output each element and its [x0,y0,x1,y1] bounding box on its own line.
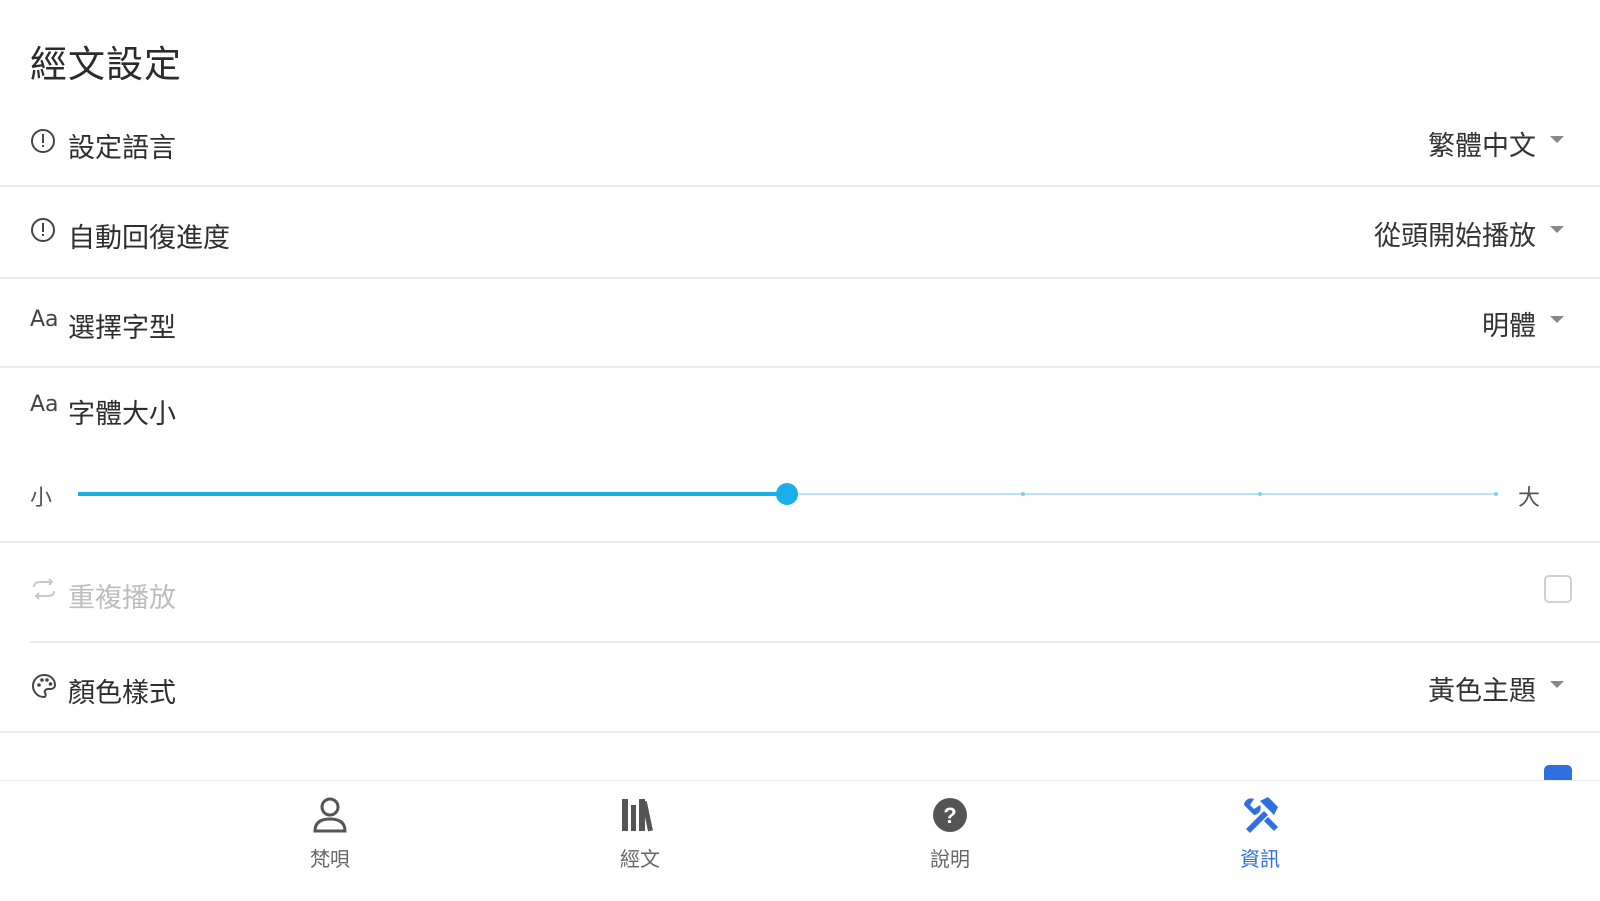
setting-row-font-family[interactable]: Aa 選擇字型 明體 [0,279,1600,368]
slider-tick [1494,492,1498,496]
slider-fill [78,492,787,496]
help-circle-icon: ? [930,795,970,835]
library-icon [620,795,660,835]
slider-tick [1257,492,1262,496]
caret-down-icon [1550,226,1564,233]
setting-row-language[interactable]: 設定語言 繁體中文 [0,100,1600,187]
nav-item-fanbai[interactable]: 梵唄 [230,781,430,891]
language-dropdown-value: 繁體中文 [1428,131,1536,162]
tools-icon [1240,795,1280,835]
setting-label-color-style: 顏色樣式 [68,678,176,709]
language-dropdown[interactable]: 繁體中文 [1428,124,1564,163]
color-style-dropdown-value: 黃色主題 [1428,676,1536,707]
page-title: 經文設定 [30,43,182,86]
nav-label: 說明 [930,847,970,871]
setting-row-color-style[interactable]: 顏色樣式 黃色主題 [0,643,1600,733]
checkbox-checked-partial[interactable] [1544,765,1572,780]
caret-down-icon [1550,136,1564,143]
svg-text:?: ? [943,803,956,828]
color-style-dropdown[interactable]: 黃色主題 [1428,669,1564,708]
repeat-icon [30,577,58,607]
info-circle-icon [30,217,58,243]
setting-label-repeat: 重複播放 [68,583,176,614]
slider-max-label: 大 [1518,486,1541,511]
person-icon [310,795,350,835]
setting-row-partial [0,733,1600,780]
setting-label-resume: 自動回復進度 [68,223,230,254]
info-circle-icon [30,128,58,154]
slider-min-label: 小 [30,486,53,511]
slider-thumb[interactable] [776,483,798,505]
resume-dropdown-value: 從頭開始播放 [1374,221,1536,252]
nav-item-info[interactable]: 資訊 [1160,781,1360,891]
setting-label-language: 設定語言 [68,133,176,164]
font-family-dropdown-value: 明體 [1482,311,1536,342]
setting-label-font-size: 字體大小 [68,399,176,430]
font-family-dropdown[interactable]: 明體 [1482,304,1564,343]
font-size-slider[interactable]: 小 大 [0,460,1600,540]
nav-label: 資訊 [1240,847,1280,871]
caret-down-icon [1550,681,1564,688]
setting-row-repeat: 重複播放 [0,543,1600,643]
text-aa-icon: Aa [30,307,59,332]
repeat-checkbox[interactable] [1544,575,1572,603]
nav-item-sutra[interactable]: 經文 [540,781,740,891]
nav-label: 梵唄 [310,847,350,871]
nav-label: 經文 [620,847,660,871]
caret-down-icon [1550,316,1564,323]
nav-item-help[interactable]: ? 說明 [850,781,1050,891]
palette-icon [30,673,58,705]
setting-row-resume[interactable]: 自動回復進度 從頭開始播放 [0,187,1600,279]
resume-dropdown[interactable]: 從頭開始播放 [1374,214,1564,253]
slider-tick [1021,492,1026,496]
text-aa-icon: Aa [30,392,59,417]
setting-label-font-family: 選擇字型 [68,313,176,344]
bottom-nav: 梵唄 經文 ? 說明 資訊 [0,780,1600,901]
